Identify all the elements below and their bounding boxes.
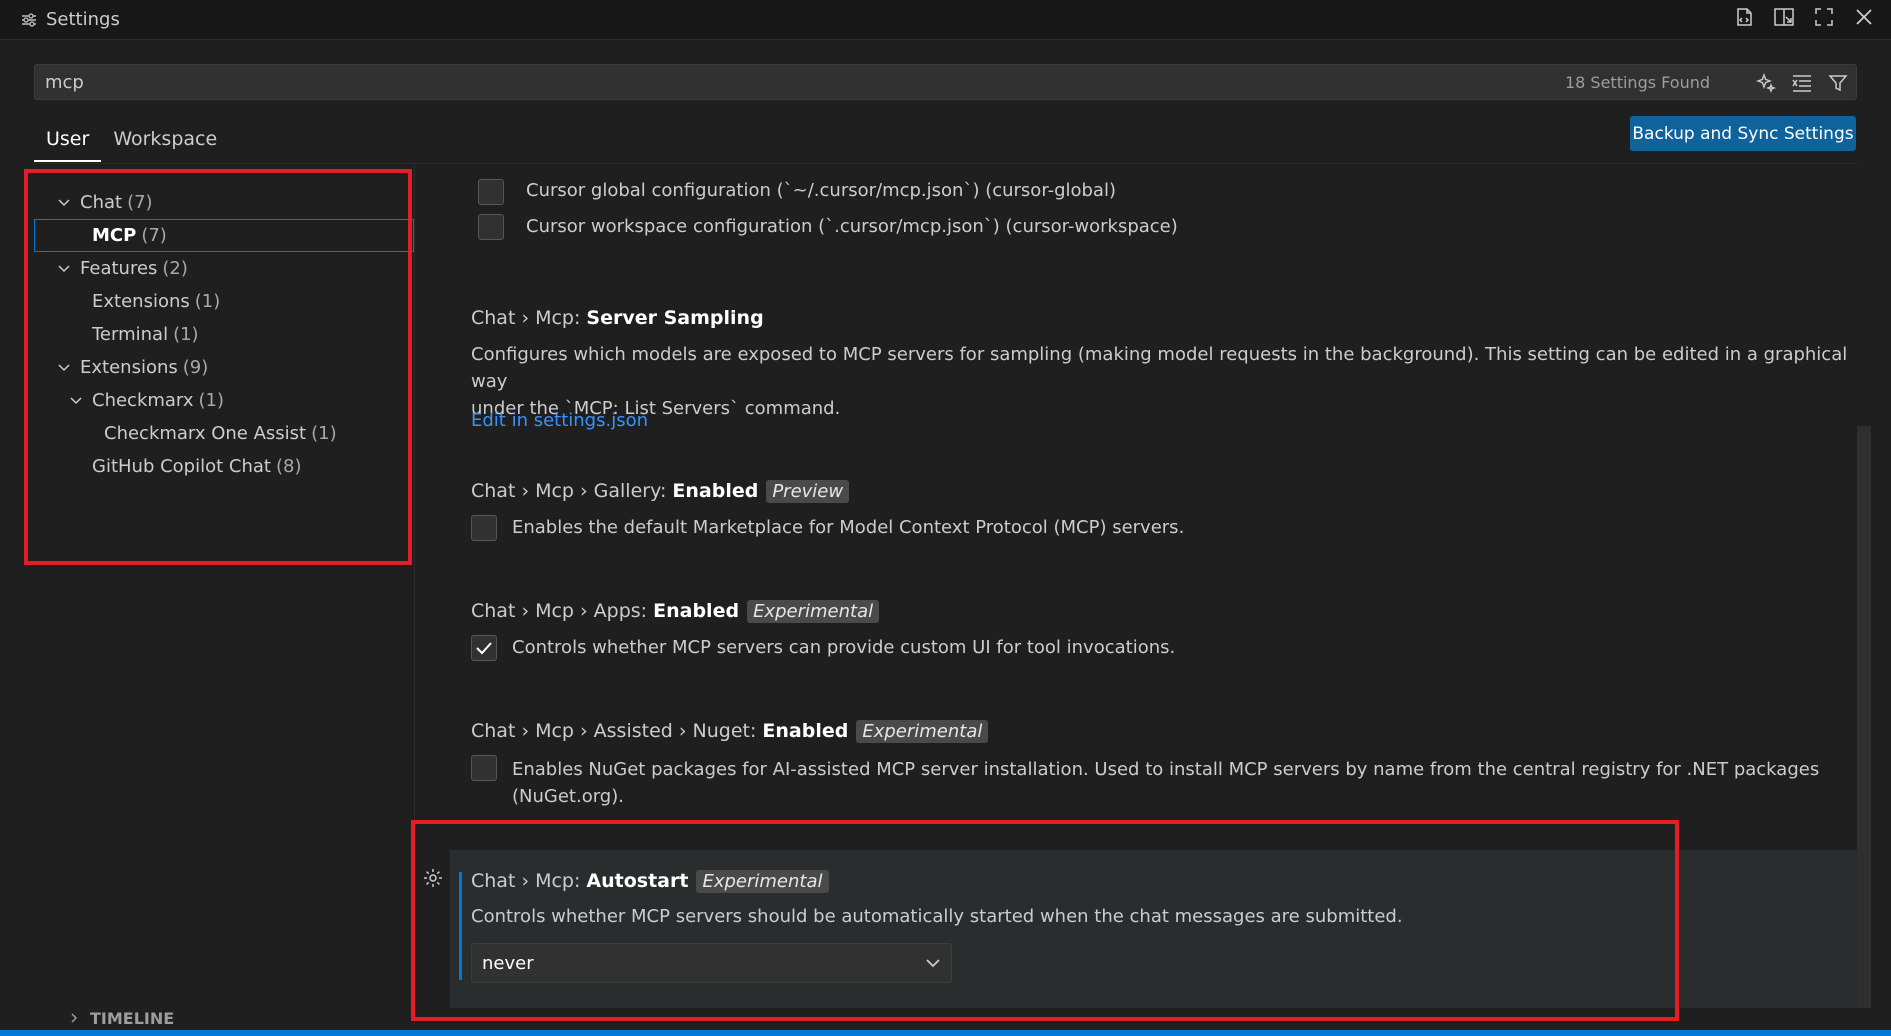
toc-item-checkmarx-one-assist[interactable]: Checkmarx One Assist (1) — [34, 417, 414, 450]
settings-scope-tabs: User Workspace — [34, 118, 229, 162]
toc-item-github-copilot-chat[interactable]: GitHub Copilot Chat (8) — [34, 450, 414, 483]
title-bar: Settings — [0, 0, 1891, 40]
settings-search-box: 18 Settings Found — [34, 64, 1857, 100]
checkmark-icon — [476, 642, 492, 655]
cursor-global-label: Cursor global configuration (`~/.cursor/… — [526, 180, 1116, 201]
autostart-description: Controls whether MCP servers should be a… — [471, 906, 1403, 927]
toc-item-mcp[interactable]: MCP (7) — [34, 219, 414, 252]
preview-badge: Preview — [766, 480, 850, 503]
gallery-enabled-title: Chat › Mcp › Gallery: Enabled Preview — [471, 480, 850, 503]
autostart-selected-value: never — [482, 953, 534, 974]
nuget-enabled-label: Enables NuGet packages for AI-assisted M… — [512, 759, 1820, 807]
experimental-badge: Experimental — [856, 720, 989, 743]
apps-enabled-checkbox[interactable] — [471, 635, 497, 661]
chevron-down-icon — [54, 259, 74, 279]
chevron-down-icon — [54, 193, 74, 213]
apps-enabled-title: Chat › Mcp › Apps: Enabled Experimental — [471, 600, 880, 623]
gear-icon[interactable] — [420, 865, 446, 891]
toc-item-checkmarx[interactable]: Checkmarx (1) — [34, 384, 414, 417]
window-title: Settings — [46, 9, 120, 30]
gallery-enabled-label: Enables the default Marketplace for Mode… — [512, 517, 1185, 538]
autostart-title: Chat › Mcp: Autostart Experimental — [471, 870, 829, 893]
settings-found-count: 18 Settings Found — [1564, 73, 1710, 92]
open-settings-json-icon[interactable] — [1731, 4, 1757, 30]
toc-item-features-extensions[interactable]: Extensions (1) — [34, 285, 414, 318]
server-sampling-title: Chat › Mcp: Server Sampling — [471, 307, 764, 329]
toc-item-extensions[interactable]: Extensions (9) — [34, 351, 414, 384]
chevron-right-icon — [66, 1010, 82, 1026]
chevron-down-icon — [66, 391, 86, 411]
close-icon[interactable] — [1851, 4, 1877, 30]
filter-icon[interactable] — [1826, 71, 1850, 95]
toc-item-terminal[interactable]: Terminal (1) — [34, 318, 414, 351]
tab-workspace[interactable]: Workspace — [101, 118, 229, 162]
ai-search-sparkle-icon[interactable] — [1754, 71, 1778, 95]
cursor-workspace-checkbox[interactable] — [478, 214, 504, 240]
cursor-workspace-label: Cursor workspace configuration (`.cursor… — [526, 216, 1178, 237]
maximize-icon[interactable] — [1811, 4, 1837, 30]
chevron-down-icon — [54, 358, 74, 378]
settings-sliders-icon — [18, 9, 40, 31]
timeline-panel-header[interactable]: TIMELINE — [56, 1006, 1857, 1030]
backup-sync-settings-button[interactable]: Backup and Sync Settings — [1630, 116, 1856, 151]
gallery-enabled-checkbox[interactable] — [471, 515, 497, 541]
toc-item-chat[interactable]: Chat (7) — [34, 186, 414, 219]
settings-toc-tree: Chat (7) MCP (7) Features (2) Extensions (1)… — [34, 186, 414, 483]
nuget-enabled-title: Chat › Mcp › Assisted › Nuget: Enabled Ex… — [471, 720, 989, 743]
toc-item-features[interactable]: Features (2) — [34, 252, 414, 285]
experimental-badge: Experimental — [747, 600, 880, 623]
split-editor-icon[interactable] — [1771, 4, 1797, 30]
focus-indicator-bar — [459, 872, 462, 980]
autostart-select[interactable]: never — [471, 943, 952, 983]
edit-in-settings-json-link[interactable]: Edit in settings.json — [471, 410, 648, 431]
cursor-global-checkbox[interactable] — [478, 179, 504, 205]
settings-search-input[interactable] — [35, 65, 1595, 99]
clear-filter-list-icon[interactable] — [1790, 71, 1814, 95]
tab-user[interactable]: User — [34, 118, 102, 162]
status-bar — [0, 1030, 1891, 1036]
vertical-scrollbar[interactable] — [1857, 426, 1871, 1008]
nuget-enabled-checkbox[interactable] — [471, 755, 497, 781]
experimental-badge: Experimental — [696, 870, 829, 893]
chevron-down-icon — [923, 953, 943, 973]
apps-enabled-label: Controls whether MCP servers can provide… — [512, 637, 1176, 658]
server-sampling-description: Configures which models are exposed to M… — [471, 344, 1848, 419]
